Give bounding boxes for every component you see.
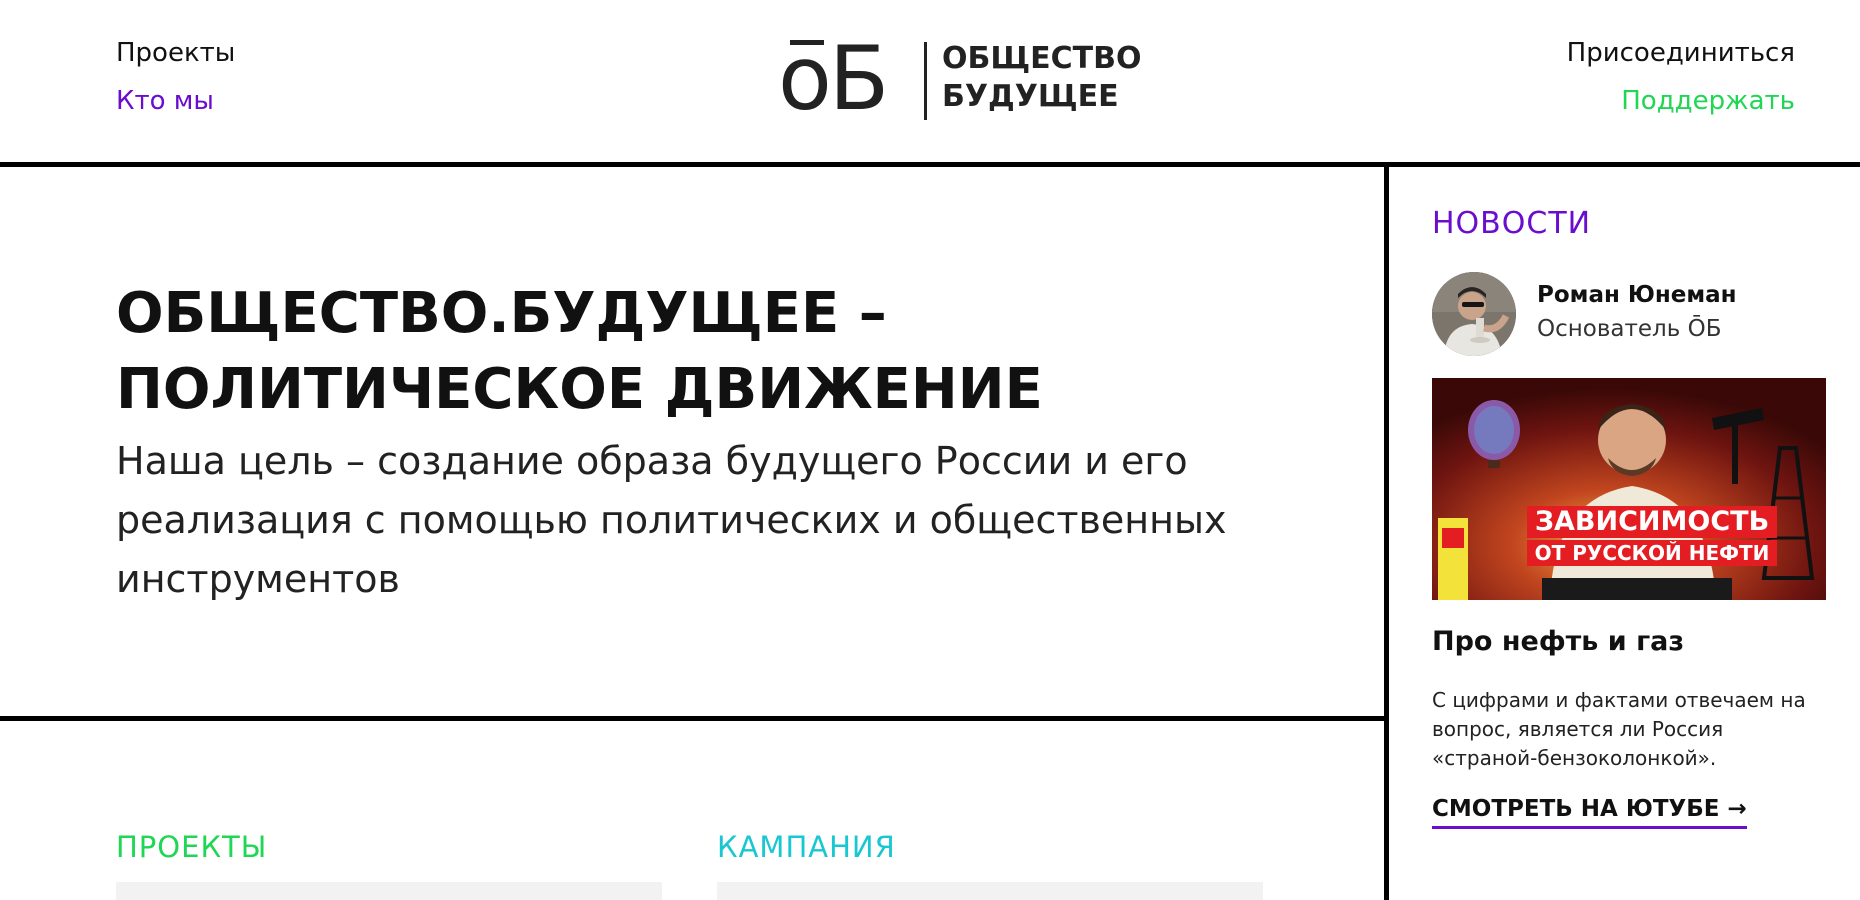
nav-support-link[interactable]: Поддержать	[1621, 86, 1795, 116]
hero-title: ОБЩЕСТВО.БУДУЩЕЕ – ПОЛИТИЧЕСКОЕ ДВИЖЕНИЕ	[116, 276, 1356, 428]
logo-macron	[790, 40, 824, 45]
header-divider	[0, 162, 1860, 167]
hero-divider	[0, 716, 1386, 721]
site-header: Проекты Кто мы оБ ОБЩЕСТВО БУДУЩЕЕ Присо…	[0, 0, 1860, 162]
news-heading: НОВОСТИ	[1432, 206, 1592, 241]
nav-join-link[interactable]: Присоединиться	[1567, 38, 1795, 68]
author-avatar	[1432, 272, 1516, 356]
news-thumbnail-caption: ЗАВИСИМОСТЬ ОТ РУССКОЙ НЕФТИ	[1502, 506, 1802, 566]
news-headline[interactable]: Про нефть и газ	[1432, 626, 1684, 657]
thumbnail-caption-line1: ЗАВИСИМОСТЬ	[1526, 506, 1778, 538]
watch-on-youtube-link[interactable]: СМОТРЕТЬ НА ЮТУБЕ →	[1432, 796, 1747, 829]
section-projects-heading[interactable]: ПРОЕКТЫ	[116, 830, 267, 864]
hero-title-line2: ПОЛИТИЧЕСКОЕ ДВИЖЕНИЕ	[116, 357, 1043, 422]
sidebar-divider	[1384, 162, 1389, 900]
author-name: Роман Юнеман	[1537, 282, 1737, 308]
logo-divider	[924, 42, 927, 120]
thumbnail-caption-line2: ОТ РУССКОЙ НЕФТИ	[1526, 540, 1778, 566]
logo-text-line2: БУДУЩЕЕ	[942, 79, 1119, 114]
news-thumbnail[interactable]: ЗАВИСИМОСТЬ ОТ РУССКОЙ НЕФТИ	[1432, 378, 1826, 600]
campaign-card[interactable]	[717, 882, 1263, 900]
section-campaign-heading[interactable]: КАМПАНИЯ	[717, 830, 896, 864]
news-summary: С цифрами и фактами отвечаем на вопрос, …	[1432, 688, 1806, 770]
author-avatar-image	[1432, 272, 1516, 356]
nav-projects-link[interactable]: Проекты	[116, 38, 235, 68]
site-logo[interactable]: оБ ОБЩЕСТВО БУДУЩЕЕ	[778, 27, 1142, 130]
news-thumbnail-art	[1432, 378, 1826, 600]
projects-card[interactable]	[116, 882, 662, 900]
hero-subtitle: Наша цель – создание образа будущего Рос…	[116, 439, 1227, 601]
logo-text-line1: ОБЩЕСТВО	[942, 41, 1142, 76]
nav-who-we-are-link[interactable]: Кто мы	[116, 86, 214, 116]
hero-title-line1: ОБЩЕСТВО.БУДУЩЕЕ –	[116, 281, 887, 346]
logo-mark: оБ	[778, 27, 889, 130]
author-role: Основатель ŌБ	[1537, 316, 1722, 342]
